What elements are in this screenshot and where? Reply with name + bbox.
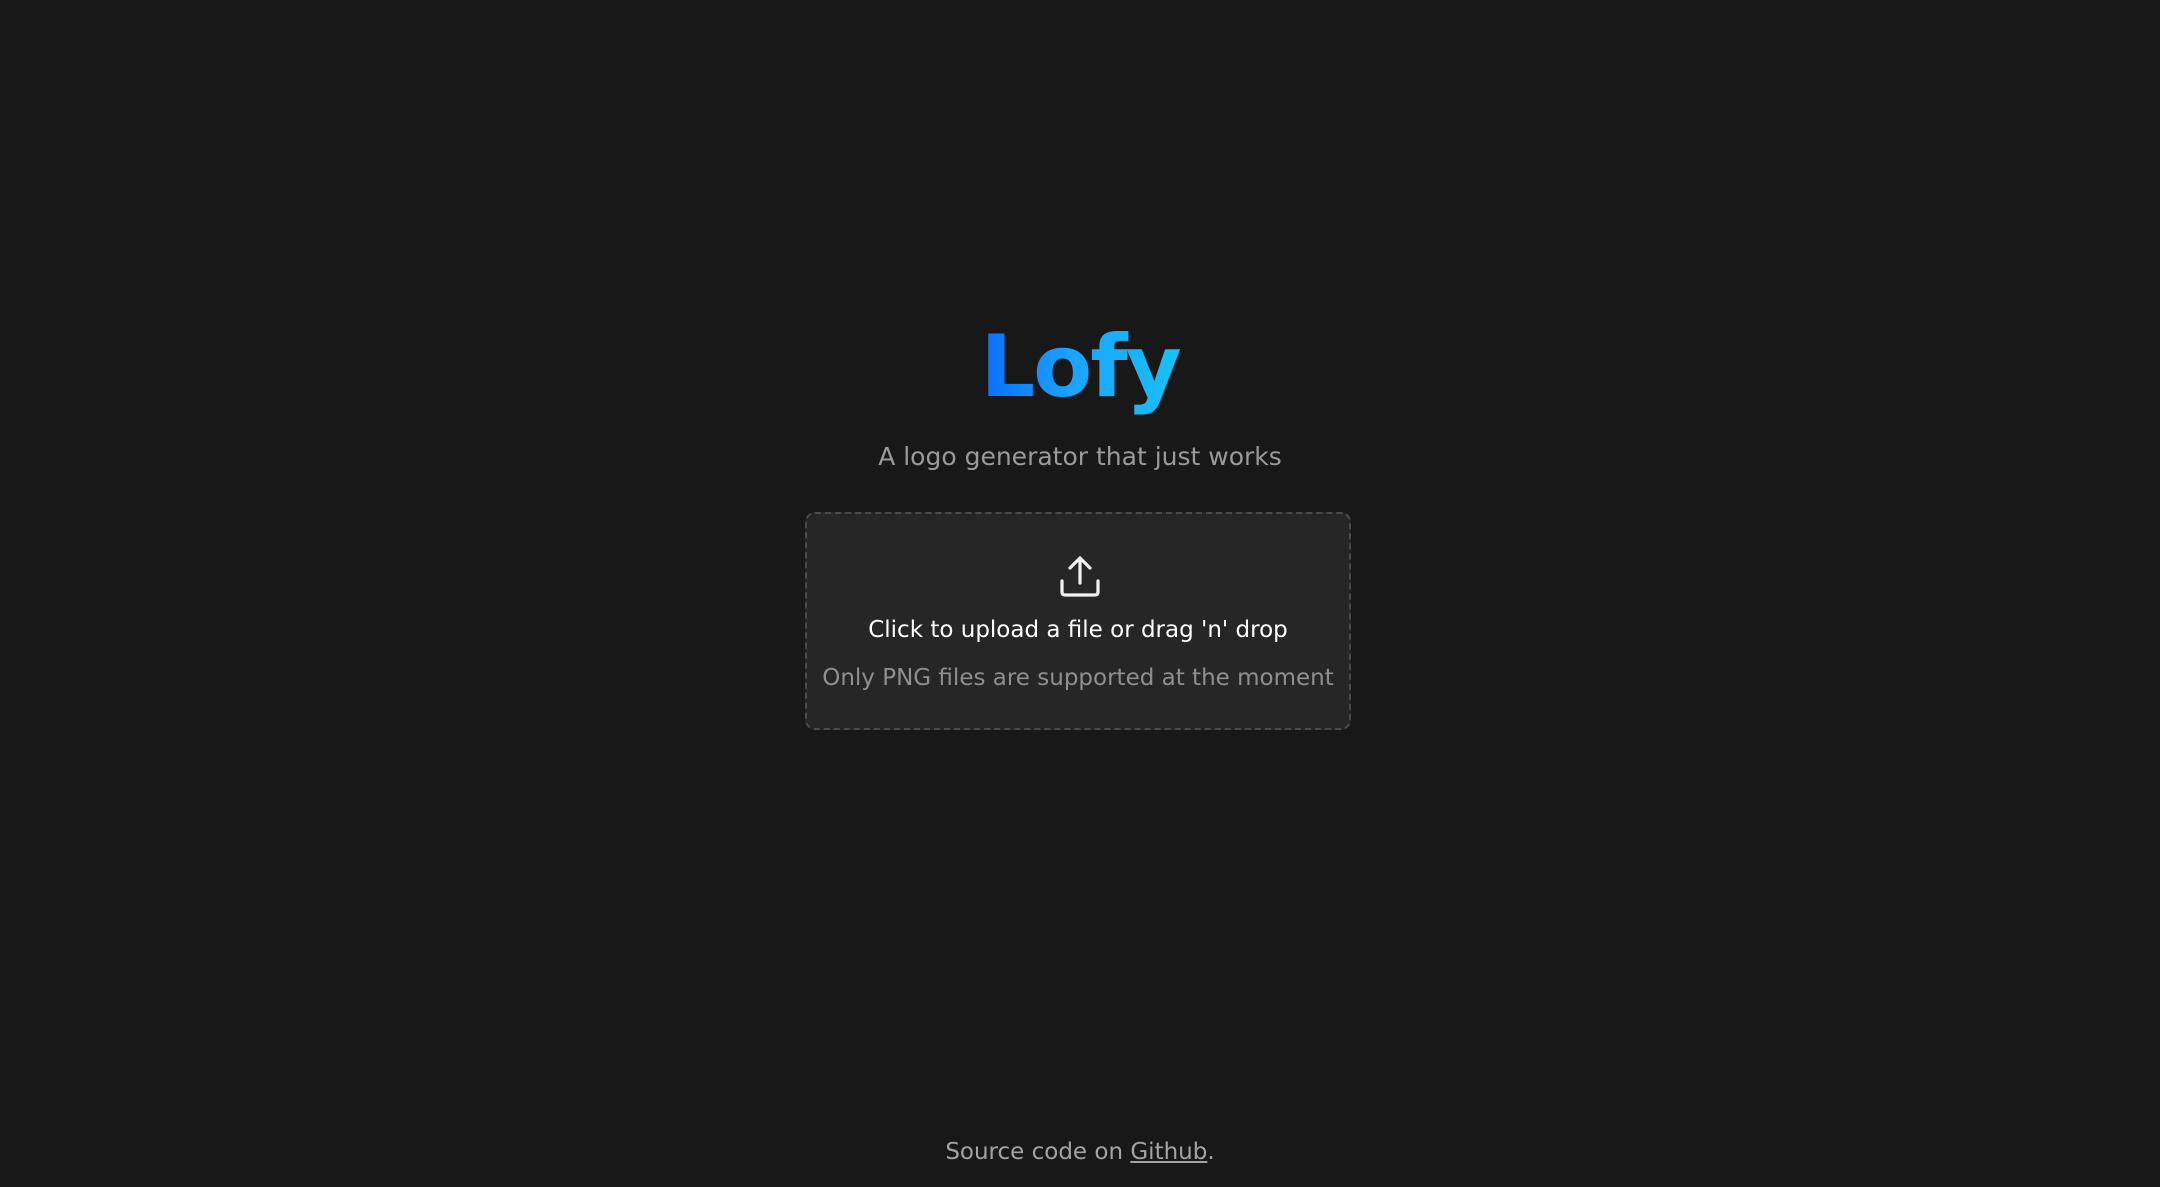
github-link[interactable]: Github — [1130, 1139, 1207, 1165]
brand-title: Lofy — [0, 312, 2160, 422]
upload-file-type-hint: Only PNG files are supported at the mome… — [822, 665, 1334, 691]
upload-icon — [1059, 554, 1101, 598]
file-upload-dropzone[interactable]: Click to upload a file or drag 'n' drop … — [805, 512, 1351, 730]
tagline: A logo generator that just works — [878, 442, 1282, 471]
footer-suffix: . — [1207, 1139, 1215, 1165]
upload-instruction: Click to upload a file or drag 'n' drop — [868, 617, 1288, 643]
footer-prefix: Source code on — [945, 1139, 1131, 1165]
footer: Source code on Github. — [0, 1134, 2160, 1170]
brand-title-text: Lofy — [980, 317, 1181, 417]
